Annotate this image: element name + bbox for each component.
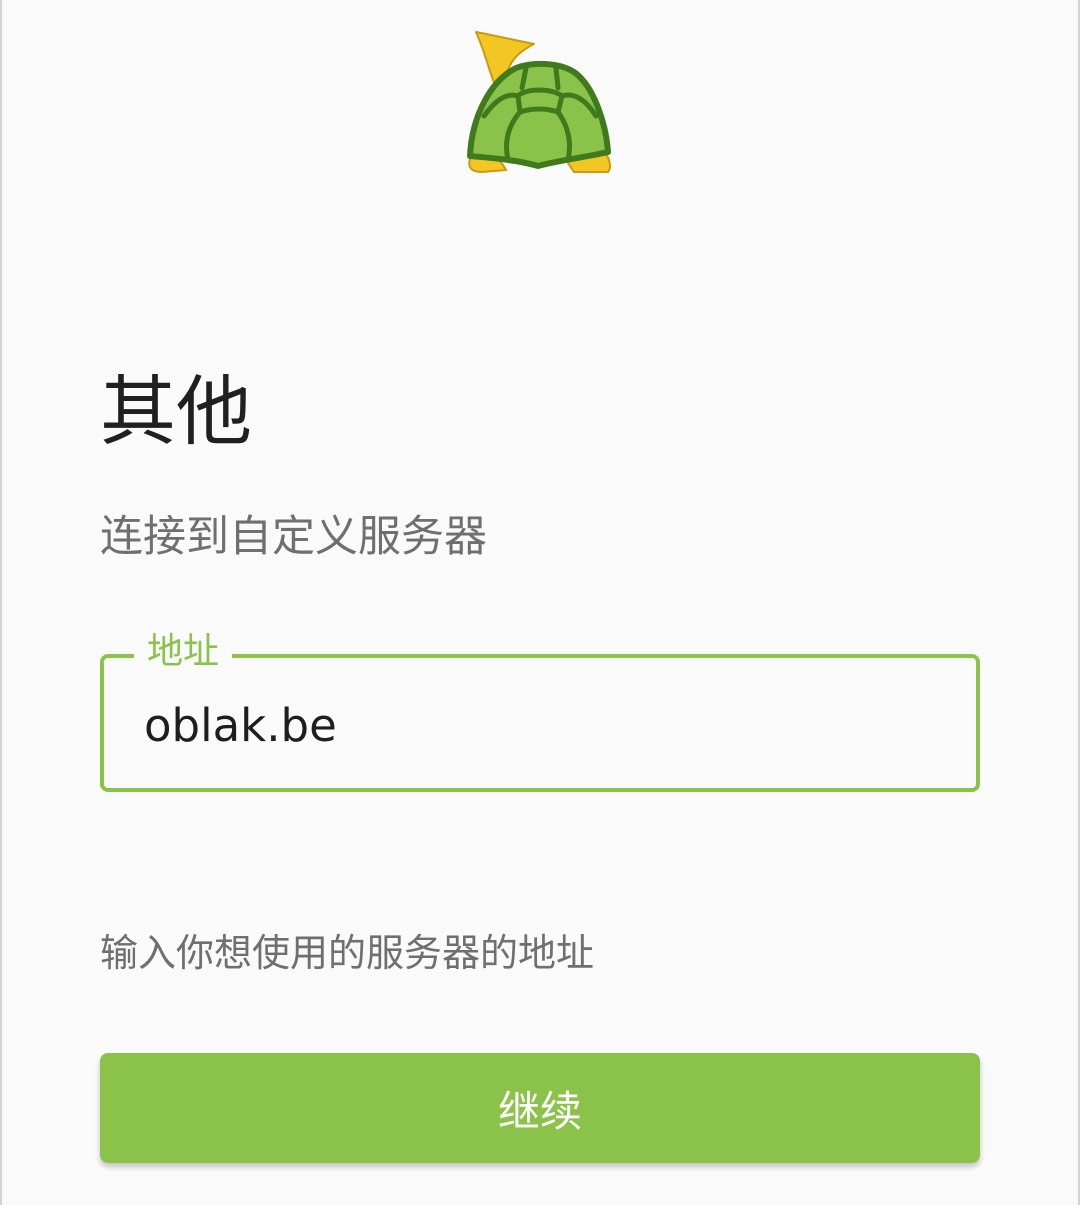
address-input[interactable]: [144, 696, 944, 756]
continue-button[interactable]: 继续: [100, 1053, 980, 1163]
address-field[interactable]: 地址: [100, 628, 980, 792]
page-subtitle: 连接到自定义服务器: [100, 512, 487, 562]
address-helper-text: 输入你想使用的服务器的地址: [100, 931, 595, 975]
address-field-label: 地址: [134, 628, 233, 676]
screen-left-edge: [0, 0, 2, 1205]
page-title: 其他: [100, 367, 252, 456]
turtle-logo-icon: [462, 26, 616, 178]
